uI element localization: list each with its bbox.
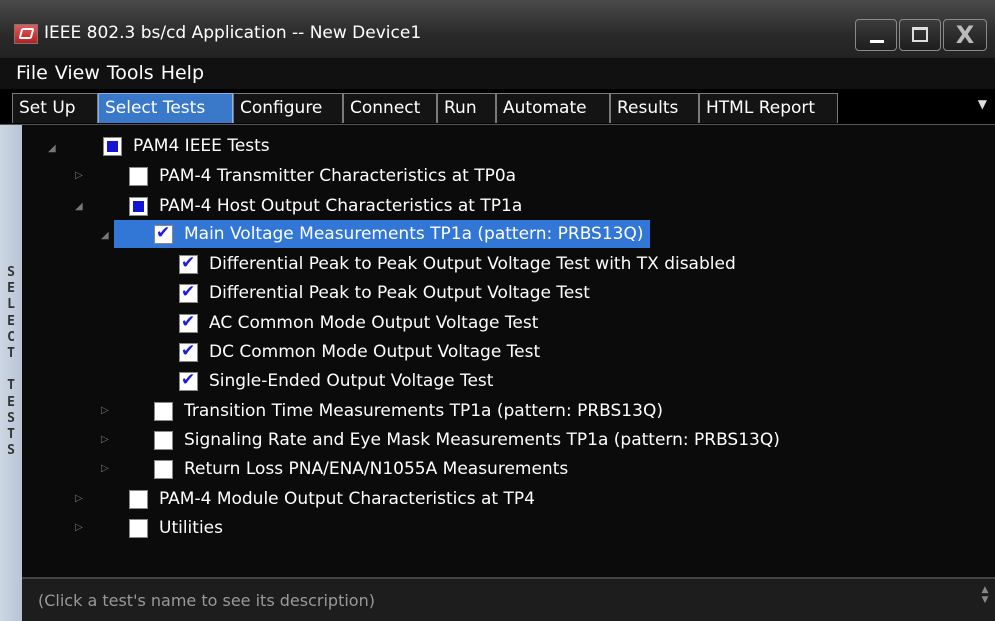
tab-automate[interactable]: Automate bbox=[496, 93, 610, 123]
tree-item-signaling-rate-eye-mask[interactable]: Signaling Rate and Eye Mask Measurements… bbox=[154, 426, 780, 454]
checkbox-checked[interactable] bbox=[179, 371, 198, 391]
close-button[interactable]: X bbox=[943, 19, 987, 51]
checkbox-unchecked[interactable] bbox=[154, 430, 173, 450]
test-tree-panel: ◢ PAM4 IEEE Tests ▷ PAM-4 Transmitter Ch… bbox=[22, 125, 995, 577]
maximize-button[interactable] bbox=[899, 19, 941, 51]
tree-item-host-output-tp1a[interactable]: PAM-4 Host Output Characteristics at TP1… bbox=[129, 192, 522, 220]
minimize-icon bbox=[870, 40, 884, 43]
tab-results[interactable]: Results bbox=[610, 93, 699, 123]
checkbox-unchecked[interactable] bbox=[129, 166, 148, 186]
menu-help[interactable]: Help bbox=[161, 58, 204, 89]
tree-item-transition-time-tp1a[interactable]: Transition Time Measurements TP1a (patte… bbox=[154, 397, 663, 425]
tab-html-report[interactable]: HTML Report bbox=[699, 93, 838, 123]
tree-item-label: DC Common Mode Output Voltage Test bbox=[209, 342, 541, 362]
expand-icon[interactable]: ▷ bbox=[75, 493, 83, 504]
checkbox-partial[interactable] bbox=[103, 136, 122, 156]
select-tests-side-label: S E L E C T T E S T S bbox=[0, 125, 23, 621]
tab-connect[interactable]: Connect bbox=[343, 93, 437, 123]
tree-item-label: PAM-4 Module Output Characteristics at T… bbox=[159, 489, 535, 509]
collapse-icon[interactable]: ◢ bbox=[101, 230, 109, 241]
collapse-icon[interactable]: ◢ bbox=[75, 201, 83, 212]
checkbox-unchecked[interactable] bbox=[129, 518, 148, 538]
tab-run[interactable]: Run bbox=[437, 93, 496, 123]
close-icon: X bbox=[955, 21, 975, 49]
tree-item-transmitter-tp0a[interactable]: PAM-4 Transmitter Characteristics at TP0… bbox=[129, 162, 516, 190]
expand-icon[interactable]: ▷ bbox=[101, 434, 109, 445]
tree-item-label: Single-Ended Output Voltage Test bbox=[209, 371, 494, 391]
expand-icon[interactable]: ▷ bbox=[101, 463, 109, 474]
tree-item-module-output-tp4[interactable]: PAM-4 Module Output Characteristics at T… bbox=[129, 485, 535, 513]
checkbox-unchecked[interactable] bbox=[154, 401, 173, 421]
tree-item-main-voltage-tp1a[interactable]: Main Voltage Measurements TP1a (pattern:… bbox=[114, 220, 650, 248]
tree-item-label: PAM-4 Host Output Characteristics at TP1… bbox=[159, 196, 523, 216]
tree-item-diff-pp-tx-disabled[interactable]: Differential Peak to Peak Output Voltage… bbox=[179, 250, 736, 278]
checkbox-unchecked[interactable] bbox=[154, 459, 173, 479]
tab-overflow-icon[interactable]: ▼ bbox=[978, 97, 987, 111]
tree-item-ac-common-mode[interactable]: AC Common Mode Output Voltage Test bbox=[179, 309, 538, 337]
tree-item-label: Differential Peak to Peak Output Voltage… bbox=[209, 283, 590, 303]
tree-item-label: PAM-4 Transmitter Characteristics at TP0… bbox=[159, 166, 517, 186]
tree-item-label: Signaling Rate and Eye Mask Measurements… bbox=[184, 430, 780, 450]
tree-item-diff-pp-output[interactable]: Differential Peak to Peak Output Voltage… bbox=[179, 279, 590, 307]
tree-item-label: Utilities bbox=[159, 518, 223, 538]
title-bar: IEEE 802.3 bs/cd Application -- New Devi… bbox=[0, 0, 995, 58]
tree-item-single-ended[interactable]: Single-Ended Output Voltage Test bbox=[179, 367, 493, 395]
window-controls: X bbox=[855, 19, 987, 51]
window-title: IEEE 802.3 bs/cd Application -- New Devi… bbox=[44, 23, 422, 43]
expand-icon[interactable]: ▷ bbox=[101, 405, 109, 416]
description-scrollbar[interactable]: ▲ ▼ bbox=[979, 585, 991, 617]
checkbox-checked[interactable] bbox=[179, 283, 198, 303]
collapse-icon[interactable]: ◢ bbox=[48, 143, 56, 154]
tree-item-utilities[interactable]: Utilities bbox=[129, 514, 223, 542]
tree-item-label: Transition Time Measurements TP1a (patte… bbox=[184, 401, 663, 421]
checkbox-unchecked[interactable] bbox=[129, 489, 148, 509]
description-text: (Click a test's name to see its descript… bbox=[38, 591, 375, 610]
checkbox-checked[interactable] bbox=[154, 224, 173, 244]
tree-item-label: Differential Peak to Peak Output Voltage… bbox=[209, 254, 736, 274]
tab-select-tests[interactable]: Select Tests bbox=[98, 93, 233, 123]
checkbox-partial[interactable] bbox=[129, 196, 148, 216]
tree-item-label: PAM4 IEEE Tests bbox=[133, 136, 270, 156]
tree-item-label: Main Voltage Measurements TP1a (pattern:… bbox=[184, 224, 644, 244]
menu-bar: File View Tools Help bbox=[0, 58, 995, 89]
checkbox-checked[interactable] bbox=[179, 313, 198, 333]
tree-item-label: Return Loss PNA/ENA/N1055A Measurements bbox=[184, 459, 569, 479]
checkbox-checked[interactable] bbox=[179, 254, 198, 274]
menu-file[interactable]: File bbox=[16, 58, 48, 89]
menu-tools[interactable]: Tools bbox=[107, 58, 154, 89]
expand-icon[interactable]: ▷ bbox=[75, 170, 83, 181]
tab-bar: Set Up Select Tests Configure Connect Ru… bbox=[0, 89, 995, 125]
tree-item-return-loss[interactable]: Return Loss PNA/ENA/N1055A Measurements bbox=[154, 455, 568, 483]
tree-item-dc-common-mode[interactable]: DC Common Mode Output Voltage Test bbox=[179, 338, 540, 366]
tree-item-pam4-ieee-tests[interactable]: PAM4 IEEE Tests bbox=[103, 132, 270, 160]
description-area: (Click a test's name to see its descript… bbox=[22, 577, 995, 621]
tab-configure[interactable]: Configure bbox=[233, 93, 343, 123]
expand-icon[interactable]: ▷ bbox=[75, 522, 83, 533]
tree-item-label: AC Common Mode Output Voltage Test bbox=[209, 313, 539, 333]
tab-set-up[interactable]: Set Up bbox=[12, 93, 98, 123]
side-label-text: S E L E C T T E S T S bbox=[7, 265, 15, 459]
maximize-icon bbox=[912, 27, 928, 42]
minimize-button[interactable] bbox=[855, 19, 897, 51]
app-icon bbox=[14, 24, 38, 44]
checkbox-checked[interactable] bbox=[179, 342, 198, 362]
menu-view[interactable]: View bbox=[55, 58, 100, 89]
